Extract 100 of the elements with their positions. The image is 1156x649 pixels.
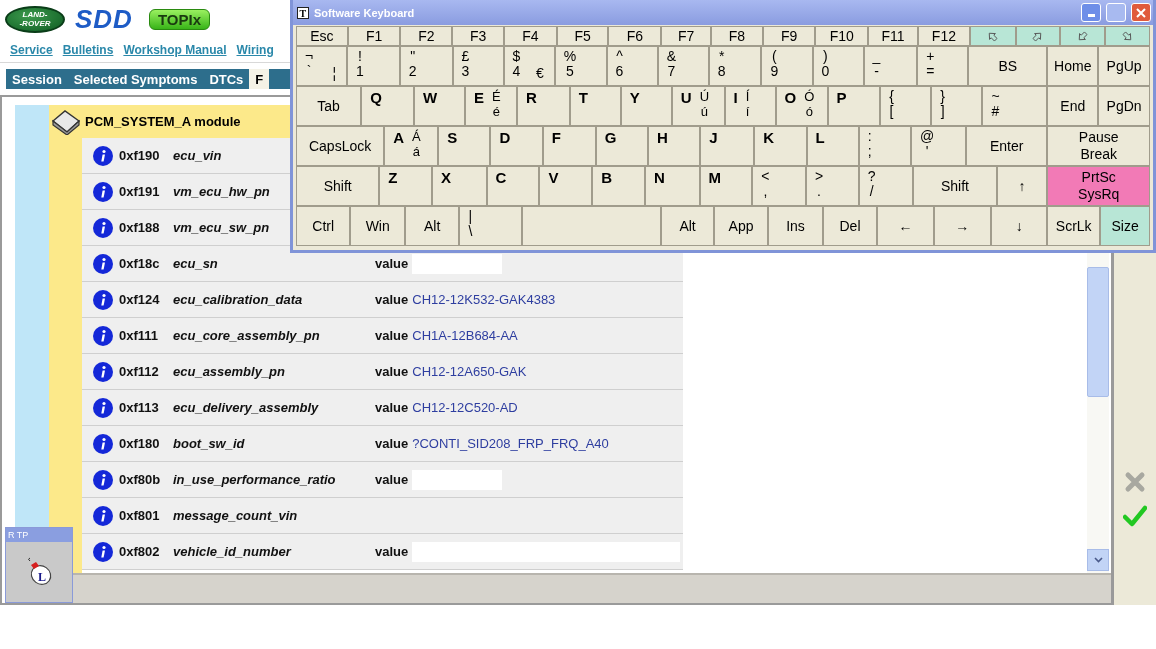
keyboard-key[interactable]: I Í í (724, 86, 776, 126)
keyboard-key[interactable]: G (595, 126, 649, 166)
keyboard-key[interactable]: + = (917, 46, 969, 86)
keyboard-key[interactable]: ↑ (996, 166, 1048, 206)
keyboard-key[interactable]: Ctrl (296, 206, 351, 246)
info-icon[interactable] (93, 397, 113, 418)
keyboard-key[interactable]: ← (877, 206, 934, 246)
keyboard-key[interactable]: Esc (296, 26, 348, 46)
keyboard-key[interactable]: End (1047, 86, 1099, 126)
keyboard-key[interactable]: Shift (913, 166, 997, 206)
keyboard-key[interactable]: ~ # (982, 86, 1048, 126)
keyboard-key[interactable]: X (432, 166, 487, 206)
keyboard-key[interactable]: P (827, 86, 881, 126)
tab[interactable]: Selected Symptoms (67, 69, 204, 89)
info-icon[interactable] (93, 289, 113, 310)
keyboard-key[interactable]: " 2 (399, 46, 453, 86)
keyboard-key[interactable]: $ 4 € (503, 46, 555, 86)
minimize-button[interactable] (1081, 3, 1101, 22)
keyboard-key[interactable]: F1 (347, 26, 401, 46)
info-icon[interactable] (93, 505, 113, 526)
info-icon[interactable] (93, 469, 113, 490)
keyboard-key[interactable]: ) 0 (812, 46, 864, 86)
keyboard-key[interactable]: F5 (556, 26, 609, 46)
keyboard-key[interactable]: App (713, 206, 769, 246)
keyboard-key[interactable]: £ 3 (452, 46, 504, 86)
checkmark-icon[interactable] (1123, 505, 1147, 527)
keyboard-key[interactable]: ? / (858, 166, 914, 206)
keyboard-key[interactable]: ( 9 (761, 46, 813, 86)
keyboard-key[interactable]: Del (822, 206, 878, 246)
tab[interactable]: F (249, 69, 270, 89)
keyboard-key[interactable]: L (806, 126, 859, 166)
keyboard-key[interactable]: _ - (863, 46, 918, 86)
keyboard-key[interactable]: F7 (661, 26, 711, 46)
keyboard-key[interactable]: D (490, 126, 543, 166)
keyboard-key[interactable]: > . (805, 166, 859, 206)
info-icon[interactable] (93, 217, 113, 238)
keyboard-key[interactable]: } ] (931, 86, 983, 126)
nav-link[interactable]: Workshop Manual (123, 43, 227, 57)
info-icon[interactable] (93, 361, 113, 382)
keyboard-key[interactable]: * 8 (708, 46, 762, 86)
keyboard-key[interactable]: B (592, 166, 645, 206)
keyboard-key[interactable]: PgUp (1098, 46, 1150, 86)
keyboard-key[interactable]: F (542, 126, 596, 166)
rtp-widget[interactable]: R TP L (5, 527, 73, 603)
keyboard-key[interactable]: → (933, 206, 991, 246)
keyboard-key[interactable]: @ ' (911, 126, 966, 166)
scroll-down-button[interactable] (1087, 549, 1109, 571)
keyboard-key[interactable]: PrtSc SysRq (1047, 166, 1150, 206)
keyboard-key[interactable]: Ins (768, 206, 823, 246)
keyboard-key[interactable]: Pause Break (1047, 126, 1150, 166)
keyboard-key[interactable]: Home (1047, 46, 1099, 86)
info-icon[interactable] (93, 541, 113, 562)
info-icon[interactable] (93, 253, 113, 274)
keyboard-key[interactable]: ^ 6 (606, 46, 658, 86)
keyboard-key[interactable]: F12 (918, 26, 970, 46)
keyboard-key[interactable]: F9 (762, 26, 816, 46)
keyboard-key[interactable]: M (699, 166, 753, 206)
topix-badge[interactable]: TOPIx (148, 8, 210, 30)
keyboard-key[interactable]: Size (1100, 206, 1150, 246)
keyboard-key[interactable]: ! 1 (347, 46, 400, 86)
keyboard-key[interactable]: % 5 (554, 46, 607, 86)
keyboard-key[interactable]: F3 (452, 26, 504, 46)
keyboard-key[interactable]: O Ó ó (775, 86, 828, 126)
keyboard-key[interactable]: R (516, 86, 570, 126)
keyboard-key[interactable]: F11 (868, 26, 919, 46)
nav-link[interactable]: Wiring (236, 43, 274, 57)
keyboard-key[interactable]: F8 (711, 26, 763, 46)
keyboard-key[interactable]: A Á á (384, 126, 439, 166)
keyboard-key[interactable]: < , (752, 166, 806, 206)
keyboard-key[interactable]: Alt (404, 206, 460, 246)
keyboard-key[interactable]: T (569, 86, 621, 126)
keyboard-key[interactable]: S (438, 126, 491, 166)
keyboard-key[interactable]: PgDn (1098, 86, 1150, 126)
keyboard-key[interactable]: K (754, 126, 807, 166)
keyboard-key[interactable]: J (700, 126, 755, 166)
keyboard-key[interactable]: U Ú ú (671, 86, 725, 126)
keyboard-key[interactable]: Enter (965, 126, 1048, 166)
keyboard-key[interactable]: Shift (296, 166, 380, 206)
info-icon[interactable] (93, 145, 113, 166)
tab[interactable]: DTCs (203, 69, 250, 89)
keyboard-key[interactable]: | \ (459, 206, 522, 246)
close-button[interactable] (1131, 3, 1151, 22)
keyboard-key[interactable]: ¬ ` ¦ (296, 46, 348, 86)
tab[interactable]: Session (6, 69, 68, 89)
info-icon[interactable] (93, 181, 113, 202)
keyboard-key[interactable]: W (413, 86, 466, 126)
nav-link[interactable]: Service (10, 43, 53, 57)
keyboard-key[interactable]: F4 (503, 26, 557, 46)
keyboard-key[interactable]: Win (350, 206, 405, 246)
keyboard-key[interactable]: { [ (880, 86, 932, 126)
keyboard-key[interactable]: Q (361, 86, 414, 126)
keyboard-key[interactable]: F2 (400, 26, 453, 46)
info-icon[interactable] (93, 433, 113, 454)
keyboard-key[interactable]: BS (968, 46, 1048, 86)
info-icon[interactable] (93, 325, 113, 346)
keyboard-key[interactable]: ScrLk (1047, 206, 1101, 246)
scrollbar-thumb[interactable] (1087, 267, 1109, 397)
keyboard-key[interactable]: : ; (858, 126, 912, 166)
keyboard-key[interactable]: & 7 (657, 46, 709, 86)
keyboard-key[interactable]: H (648, 126, 701, 166)
